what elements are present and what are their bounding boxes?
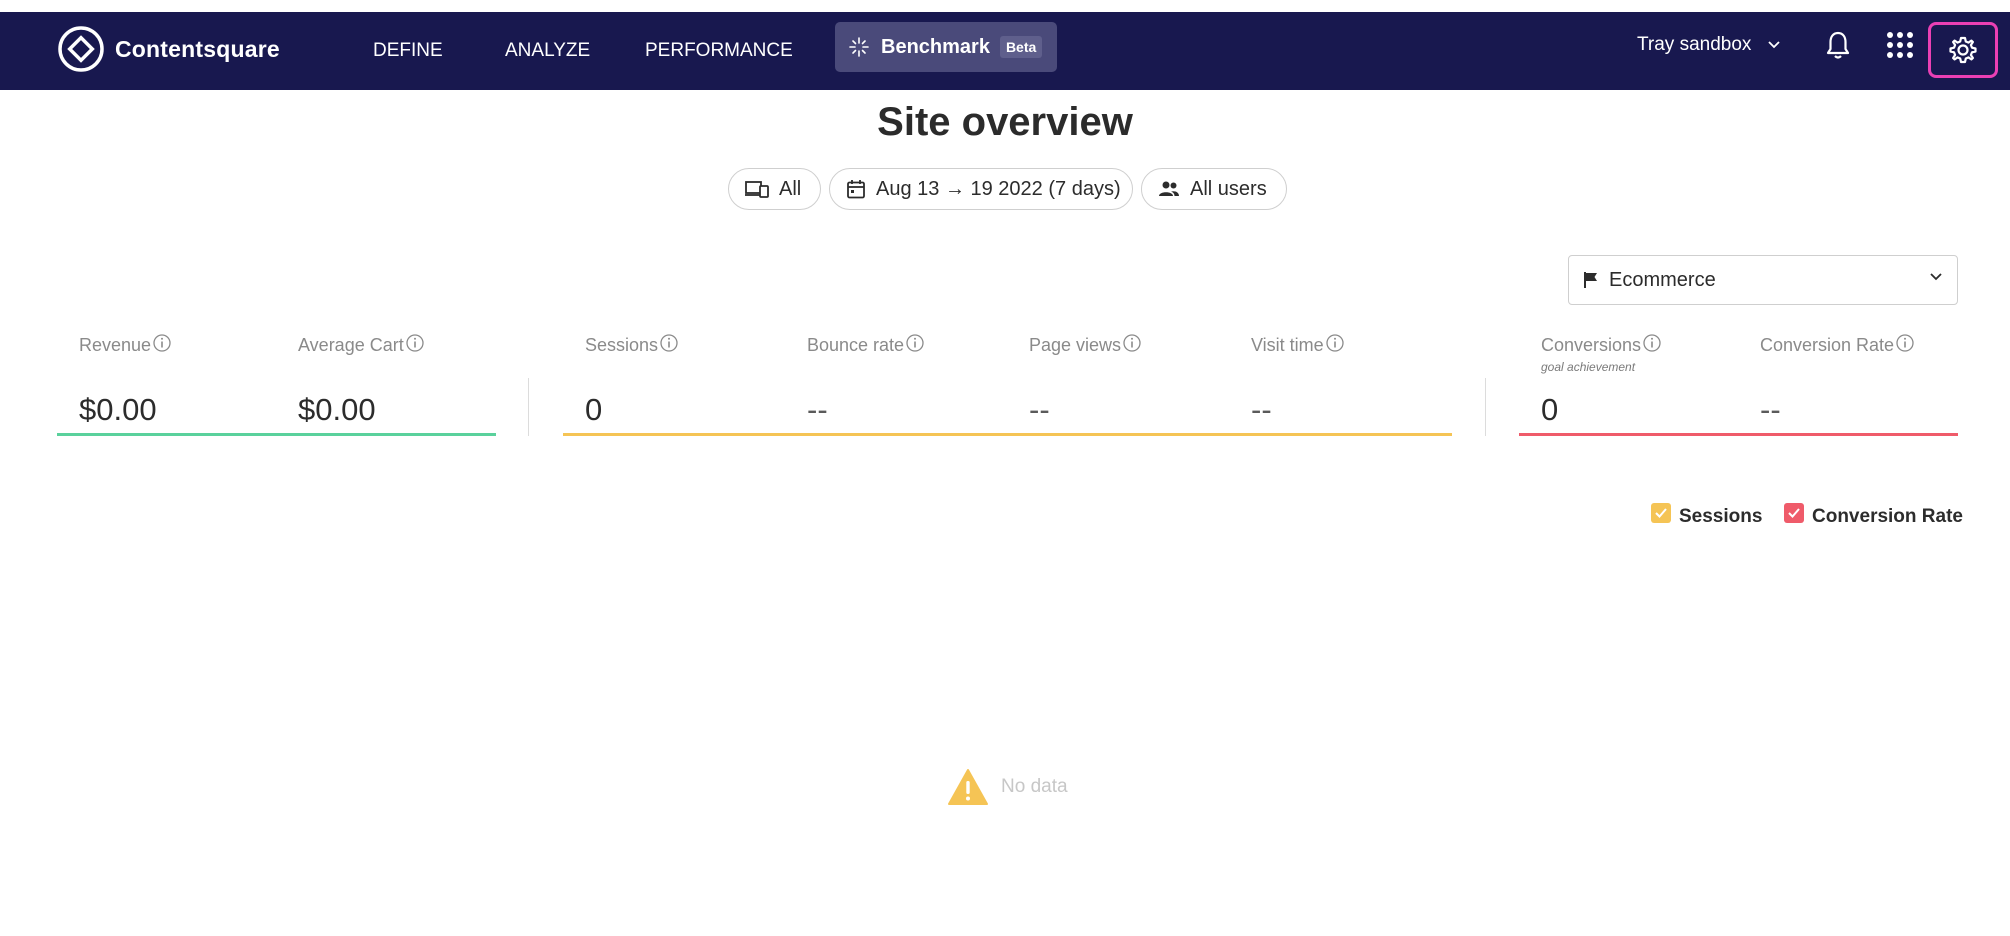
metric-sessions[interactable]: Sessions 0: [585, 333, 679, 427]
flag-icon: [1584, 272, 1597, 288]
group-divider: [528, 378, 529, 436]
metric-label: Conversion Rate: [1760, 335, 1895, 355]
metric-label: Visit time: [1251, 335, 1324, 355]
legend-label: Conversion Rate: [1812, 506, 1963, 527]
page-title: Site overview: [877, 100, 1133, 144]
segment-label: All users: [1190, 177, 1267, 200]
date-range-filter[interactable]: Aug 13 → 19 2022 (7 days): [829, 168, 1133, 210]
bell-icon: [1826, 31, 1850, 59]
metric-label: Bounce rate: [807, 335, 905, 355]
legend-item-sessions[interactable]: Sessions: [1651, 503, 1763, 528]
goal-selector[interactable]: Ecommerce: [1568, 255, 1958, 305]
contentsquare-logo-icon: [58, 26, 104, 72]
goal-selector-value: Ecommerce: [1609, 268, 1716, 291]
metric-value: $0.00: [298, 392, 376, 427]
top-navigation-bar: Contentsquare DEFINE ANALYZE PERFORMANCE…: [0, 12, 2010, 90]
calendar-icon: [847, 180, 865, 199]
nav-performance[interactable]: PERFORMANCE: [645, 12, 793, 90]
metric-sublabel: goal achievement: [1541, 360, 1636, 374]
warning-icon: [948, 769, 988, 805]
metric-average-cart[interactable]: Average Cart $0.00: [298, 333, 425, 427]
info-icon[interactable]: [1122, 333, 1142, 353]
info-icon[interactable]: [152, 333, 172, 353]
metric-label: Page views: [1029, 335, 1122, 355]
legend-item-conversion-rate[interactable]: Conversion Rate: [1784, 503, 1963, 528]
metric-page-views[interactable]: Page views --: [1029, 333, 1142, 427]
metric-label: Revenue: [79, 335, 152, 355]
info-icon[interactable]: [1642, 333, 1662, 353]
notifications-button[interactable]: [1820, 12, 1856, 78]
nav-define[interactable]: DEFINE: [373, 12, 443, 90]
beta-badge: Beta: [999, 36, 1043, 58]
group-underline-sessions: [563, 433, 1452, 436]
metric-revenue[interactable]: Revenue $0.00: [79, 333, 172, 427]
contentsquare-logo[interactable]: Contentsquare: [57, 23, 280, 75]
group-underline-revenue: [57, 433, 496, 436]
metric-value: --: [1251, 392, 1272, 427]
nav-analyze[interactable]: ANALYZE: [505, 12, 590, 90]
metric-value: 0: [585, 392, 603, 427]
gear-icon: [1949, 36, 1977, 64]
info-icon[interactable]: [905, 333, 925, 353]
segment-filter[interactable]: All users: [1141, 168, 1287, 210]
benchmark-label: Benchmark: [881, 35, 990, 58]
chevron-down-icon: [1930, 273, 1942, 281]
metric-value: --: [1760, 392, 1781, 427]
metric-value: --: [1029, 392, 1050, 427]
info-icon[interactable]: [1895, 333, 1915, 353]
settings-button[interactable]: [1928, 22, 1998, 78]
group-divider: [1485, 378, 1486, 436]
devices-icon: [745, 181, 769, 198]
sparkle-icon: [849, 37, 869, 57]
metric-value: $0.00: [79, 392, 157, 427]
info-icon[interactable]: [405, 333, 425, 353]
workspace-selector[interactable]: Tray sandbox: [1637, 12, 1781, 78]
info-icon[interactable]: [1325, 333, 1345, 353]
workspace-name: Tray sandbox: [1637, 34, 1752, 55]
metric-value: --: [807, 392, 828, 427]
metric-visit-time[interactable]: Visit time --: [1251, 333, 1345, 427]
apps-grid-icon: [1887, 32, 1913, 58]
metric-label: Sessions: [585, 335, 659, 355]
nav-benchmark[interactable]: Benchmark Beta: [835, 22, 1057, 72]
legend-label: Sessions: [1679, 506, 1763, 527]
app-switcher-button[interactable]: [1882, 12, 1918, 78]
chart-empty-state: No data: [947, 768, 1068, 806]
metric-label: Conversions: [1541, 335, 1642, 355]
metric-value: 0: [1541, 392, 1559, 427]
info-icon[interactable]: [659, 333, 679, 353]
metric-label: Average Cart: [298, 335, 404, 355]
metric-conversion-rate[interactable]: Conversion Rate --: [1760, 333, 1915, 427]
date-range-label: Aug 13 → 19 2022 (7 days): [876, 177, 1121, 200]
no-data-message: No data: [1001, 776, 1068, 797]
device-filter[interactable]: All: [728, 168, 821, 210]
group-underline-conversions: [1519, 433, 1958, 436]
users-icon: [1159, 181, 1179, 196]
checkbox-checked-icon[interactable]: [1651, 503, 1671, 523]
brand-name: Contentsquare: [115, 35, 280, 62]
checkbox-checked-icon[interactable]: [1784, 503, 1804, 523]
metric-bounce-rate[interactable]: Bounce rate --: [807, 333, 925, 427]
chevron-down-icon: [1768, 41, 1781, 49]
device-filter-label: All: [779, 177, 802, 200]
metric-conversions[interactable]: Conversions goal achievement 0: [1541, 333, 1662, 427]
